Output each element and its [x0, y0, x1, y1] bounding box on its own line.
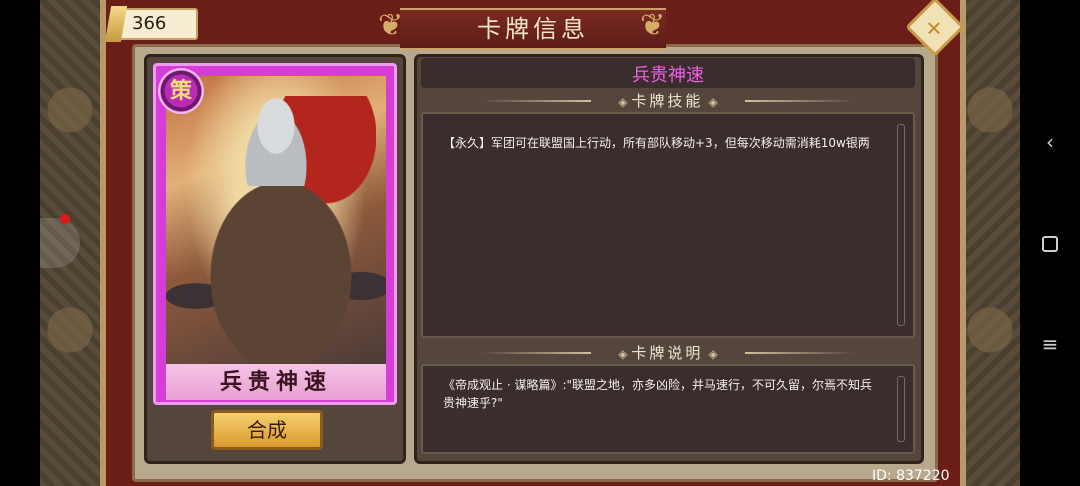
- game-screen: 366 ❦ 卡牌信息 ❦ ✕ 策 兵贵神速 合成 兵贵神速 ◈ 卡牌技能 ◈ 【…: [0, 0, 1080, 486]
- home-icon[interactable]: [1038, 232, 1062, 256]
- skill-text: 【永久】军团可在联盟国上行动，所有部队移动+3，但每次移动需消耗10w银两: [443, 136, 870, 150]
- card-artwork: [166, 76, 386, 368]
- right-background: [960, 0, 1020, 486]
- notification-dot: [60, 214, 70, 224]
- skill-section-header: ◈ 卡牌技能 ◈: [421, 90, 915, 112]
- ornament-icon: ◈: [708, 95, 718, 109]
- divider: [745, 352, 855, 354]
- card-type-badge: 策: [158, 68, 204, 114]
- description-text-box[interactable]: 《帝成观止 · 谋略篇》:"联盟之地，亦多凶险，并马速行，不可久留，尔焉不知兵贵…: [421, 364, 915, 454]
- horse: [206, 186, 356, 368]
- divider: [481, 352, 591, 354]
- ornament-icon: ◈: [618, 95, 632, 109]
- scrollbar[interactable]: [897, 124, 905, 326]
- description-section-header: ◈ 卡牌说明 ◈: [421, 342, 915, 364]
- player-id: ID: 837220: [872, 468, 950, 484]
- skill-title-bar: 兵贵神速: [421, 58, 915, 88]
- card-type-label: 策: [169, 78, 192, 104]
- ornament-icon: ◈: [708, 347, 718, 361]
- skill-text-box[interactable]: 【永久】军团可在联盟国上行动，所有部队移动+3，但每次移动需消耗10w银两: [421, 112, 915, 338]
- skill-title: 兵贵神速: [632, 65, 704, 86]
- card-name-band: 兵贵神速: [166, 364, 386, 400]
- page-title: 卡牌信息: [477, 15, 589, 43]
- skill-section-label: 卡牌技能: [631, 92, 704, 110]
- description-text: 《帝成观止 · 谋略篇》:"联盟之地，亦多凶险，并马速行，不可久留，尔焉不知兵贵…: [443, 378, 873, 410]
- back-icon[interactable]: ‹: [1038, 130, 1062, 154]
- title-plate: 卡牌信息: [400, 8, 666, 50]
- divider: [745, 100, 855, 102]
- merge-button-label: 合成: [247, 418, 287, 442]
- scrollbar[interactable]: [897, 376, 905, 442]
- armored-general: [236, 96, 316, 186]
- ornament-icon: ◈: [618, 347, 632, 361]
- description-section-label: 卡牌说明: [631, 344, 704, 362]
- counter-value: 366: [132, 13, 167, 34]
- system-nav-bar: ‹ ≡: [1020, 0, 1080, 486]
- close-icon: ✕: [925, 16, 943, 41]
- title-ornament-right-icon: ❦: [640, 8, 666, 43]
- card-name: 兵贵神速: [219, 369, 332, 395]
- merge-button[interactable]: 合成: [211, 410, 323, 450]
- recent-apps-icon[interactable]: ≡: [1038, 332, 1062, 356]
- divider: [481, 100, 591, 102]
